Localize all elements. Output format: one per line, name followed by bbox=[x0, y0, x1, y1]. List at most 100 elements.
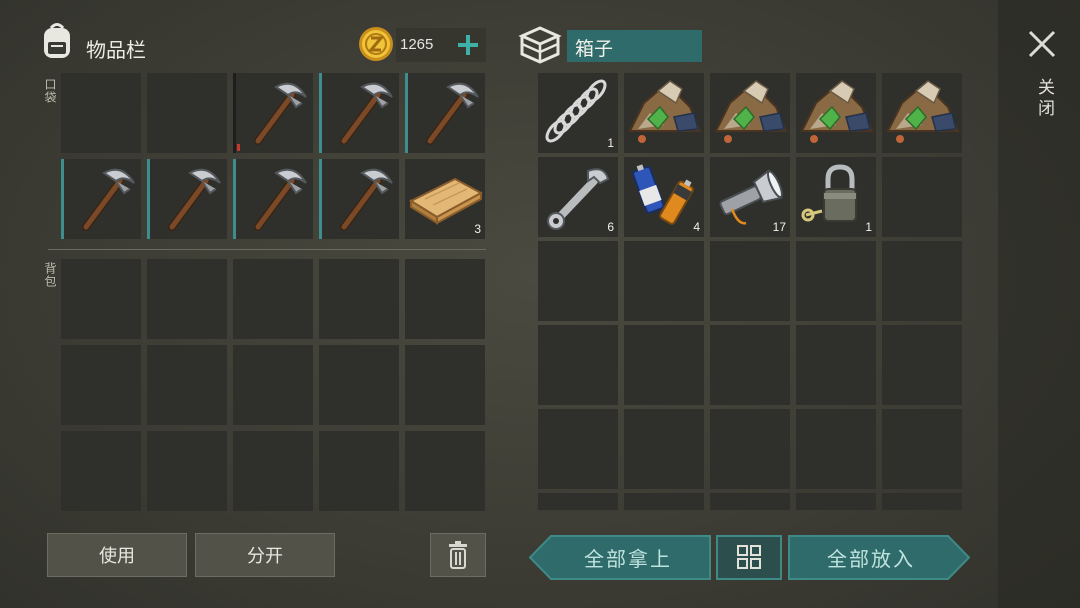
box-slot-empty[interactable] bbox=[796, 493, 876, 510]
box-slot-empty[interactable] bbox=[882, 157, 962, 237]
box-slot-wrench[interactable]: 6 bbox=[538, 157, 618, 237]
item-quantity: 17 bbox=[772, 220, 786, 234]
pocket-slot-pickaxe[interactable] bbox=[147, 159, 227, 239]
backpack-slot-empty[interactable] bbox=[233, 259, 313, 339]
section-divider bbox=[48, 249, 486, 250]
pocket-slot-pickaxe[interactable] bbox=[319, 159, 399, 239]
backpack-slot-empty[interactable] bbox=[147, 259, 227, 339]
pickaxe-icon bbox=[340, 168, 393, 231]
box-slot-empty[interactable] bbox=[710, 409, 790, 489]
pickaxe-icon bbox=[82, 168, 135, 231]
box-slot-empty[interactable] bbox=[710, 325, 790, 405]
coin-count: 1265 bbox=[396, 28, 454, 62]
box-slot-empty[interactable] bbox=[538, 493, 618, 510]
box-slot-ore-pile[interactable] bbox=[796, 73, 876, 153]
plus-icon bbox=[458, 35, 478, 55]
box-title: 箱子 bbox=[575, 38, 614, 60]
take-all-button[interactable]: 全部拿上 bbox=[529, 535, 711, 580]
split-button-label: 分开 bbox=[247, 546, 283, 567]
pickaxe-icon bbox=[254, 82, 307, 145]
box-slot-empty[interactable] bbox=[538, 409, 618, 489]
pocket-slot-pickaxe[interactable] bbox=[61, 159, 141, 239]
take-all-label: 全部拿上 bbox=[584, 547, 672, 571]
box-slot-flashlight[interactable]: 17 bbox=[710, 157, 790, 237]
backpack-slot-empty[interactable] bbox=[61, 259, 141, 339]
close-icon bbox=[1028, 30, 1056, 58]
use-button-label: 使用 bbox=[99, 546, 135, 567]
pickaxe-icon bbox=[254, 168, 307, 231]
box-slot-batteries[interactable]: 4 bbox=[624, 157, 704, 237]
pocket-slot-pickaxe[interactable] bbox=[405, 73, 485, 153]
close-button[interactable]: 关闭 bbox=[1022, 28, 1062, 138]
box-slot-empty[interactable] bbox=[710, 241, 790, 321]
backpack-slot-empty[interactable] bbox=[405, 259, 485, 339]
backpack-slot-empty[interactable] bbox=[319, 259, 399, 339]
box-slot-padlock[interactable]: 1 bbox=[796, 157, 876, 237]
box-slot-empty[interactable] bbox=[882, 493, 962, 510]
wrench-icon bbox=[547, 168, 610, 230]
box-slot-empty[interactable] bbox=[882, 241, 962, 321]
close-label: 关闭 bbox=[1034, 78, 1054, 120]
item-quantity: 4 bbox=[693, 220, 700, 234]
backpack-slot-empty[interactable] bbox=[147, 345, 227, 425]
box-slot-ore-pile[interactable] bbox=[882, 73, 962, 153]
pocket-slot-pickaxe[interactable] bbox=[233, 73, 313, 153]
sort-button[interactable] bbox=[716, 535, 782, 580]
ore-pile-icon bbox=[628, 80, 702, 143]
backpack-slot-empty[interactable] bbox=[405, 345, 485, 425]
box-slot-empty[interactable] bbox=[796, 241, 876, 321]
box-slot-ore-pile[interactable] bbox=[624, 73, 704, 153]
pickaxe-icon bbox=[168, 168, 221, 231]
pickaxe-icon bbox=[426, 82, 479, 145]
pocket-slot-pickaxe[interactable] bbox=[319, 73, 399, 153]
pocket-slot-empty[interactable] bbox=[147, 73, 227, 153]
pocket-slot-wood-plank[interactable]: 3 bbox=[405, 159, 485, 239]
item-quantity: 1 bbox=[865, 220, 872, 234]
pickaxe-icon bbox=[340, 82, 393, 145]
pocket-slot-pickaxe[interactable] bbox=[233, 159, 313, 239]
trash-button[interactable] bbox=[430, 533, 486, 577]
backpack-slot-empty[interactable] bbox=[233, 345, 313, 425]
batteries-icon bbox=[632, 164, 694, 225]
box-slot-ore-pile[interactable] bbox=[710, 73, 790, 153]
backpack-icon bbox=[38, 22, 76, 62]
box-name-field[interactable]: 箱子 bbox=[567, 30, 702, 62]
spring-icon bbox=[545, 79, 607, 143]
item-quantity: 6 bbox=[607, 220, 614, 234]
item-quantity: 3 bbox=[474, 222, 481, 236]
backpack-slot-empty[interactable] bbox=[61, 431, 141, 511]
item-quantity: 1 bbox=[607, 136, 614, 150]
pocket-label: 口袋 bbox=[43, 78, 57, 104]
backpack-label: 背包 bbox=[43, 262, 57, 288]
backpack-slot-empty[interactable] bbox=[233, 431, 313, 511]
split-button[interactable]: 分开 bbox=[195, 533, 335, 577]
box-slot-empty[interactable] bbox=[624, 409, 704, 489]
ore-pile-icon bbox=[800, 80, 874, 143]
box-slot-empty[interactable] bbox=[624, 493, 704, 510]
coin-icon bbox=[358, 26, 394, 62]
box-slot-empty[interactable] bbox=[796, 409, 876, 489]
box-slot-empty[interactable] bbox=[624, 325, 704, 405]
box-slot-empty[interactable] bbox=[710, 493, 790, 510]
backpack-slot-empty[interactable] bbox=[147, 431, 227, 511]
box-slot-empty[interactable] bbox=[538, 241, 618, 321]
use-button[interactable]: 使用 bbox=[47, 533, 187, 577]
put-all-button[interactable]: 全部放入 bbox=[788, 535, 970, 580]
ore-pile-icon bbox=[886, 80, 960, 143]
backpack-slot-empty[interactable] bbox=[319, 431, 399, 511]
backpack-slot-empty[interactable] bbox=[61, 345, 141, 425]
box-slot-spring[interactable]: 1 bbox=[538, 73, 618, 153]
pocket-slot-empty[interactable] bbox=[61, 73, 141, 153]
box-slot-empty[interactable] bbox=[882, 409, 962, 489]
box-slot-empty[interactable] bbox=[624, 241, 704, 321]
box-slot-empty[interactable] bbox=[538, 325, 618, 405]
box-slot-empty[interactable] bbox=[882, 325, 962, 405]
box-icon bbox=[518, 24, 562, 64]
trash-icon bbox=[449, 541, 467, 569]
put-all-label: 全部放入 bbox=[827, 547, 915, 571]
add-coins-button[interactable] bbox=[450, 28, 486, 62]
backpack-slot-empty[interactable] bbox=[405, 431, 485, 511]
backpack-slot-empty[interactable] bbox=[319, 345, 399, 425]
box-slot-empty[interactable] bbox=[796, 325, 876, 405]
wood-plank-icon bbox=[408, 177, 484, 225]
